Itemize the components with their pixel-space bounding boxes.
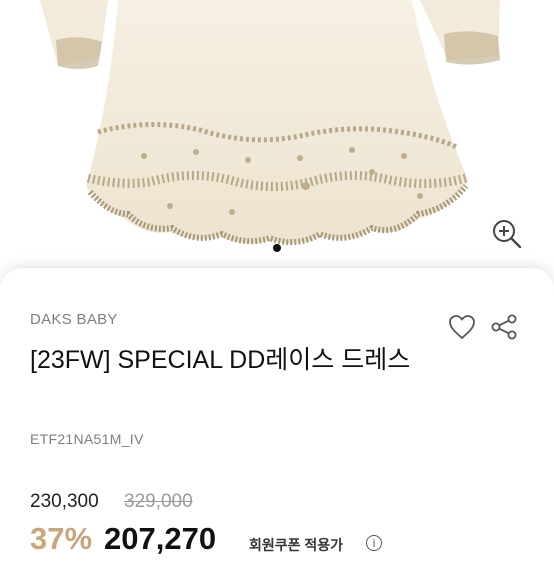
share-button[interactable] xyxy=(489,313,519,346)
discount-rate: 37% xyxy=(30,521,93,556)
share-icon xyxy=(491,314,517,340)
product-title: [23FW] SPECIAL DD레이스 드레스 xyxy=(30,346,411,374)
product-image[interactable] xyxy=(0,0,554,290)
brand-name[interactable]: DAKS BABY xyxy=(30,311,118,328)
gallery-pager xyxy=(0,244,554,254)
final-price: 207,270 xyxy=(104,521,217,556)
coupon-label: 회원쿠폰 적용가 xyxy=(249,537,344,553)
product-code: ETF21NA51M_IV xyxy=(30,431,144,447)
heart-icon xyxy=(449,315,475,340)
original-price: 329,000 xyxy=(124,491,193,512)
wishlist-button[interactable] xyxy=(448,314,476,345)
sale-price: 230,300 xyxy=(30,491,99,512)
pager-dot-active[interactable] xyxy=(273,244,281,252)
info-icon[interactable]: i xyxy=(366,535,382,551)
